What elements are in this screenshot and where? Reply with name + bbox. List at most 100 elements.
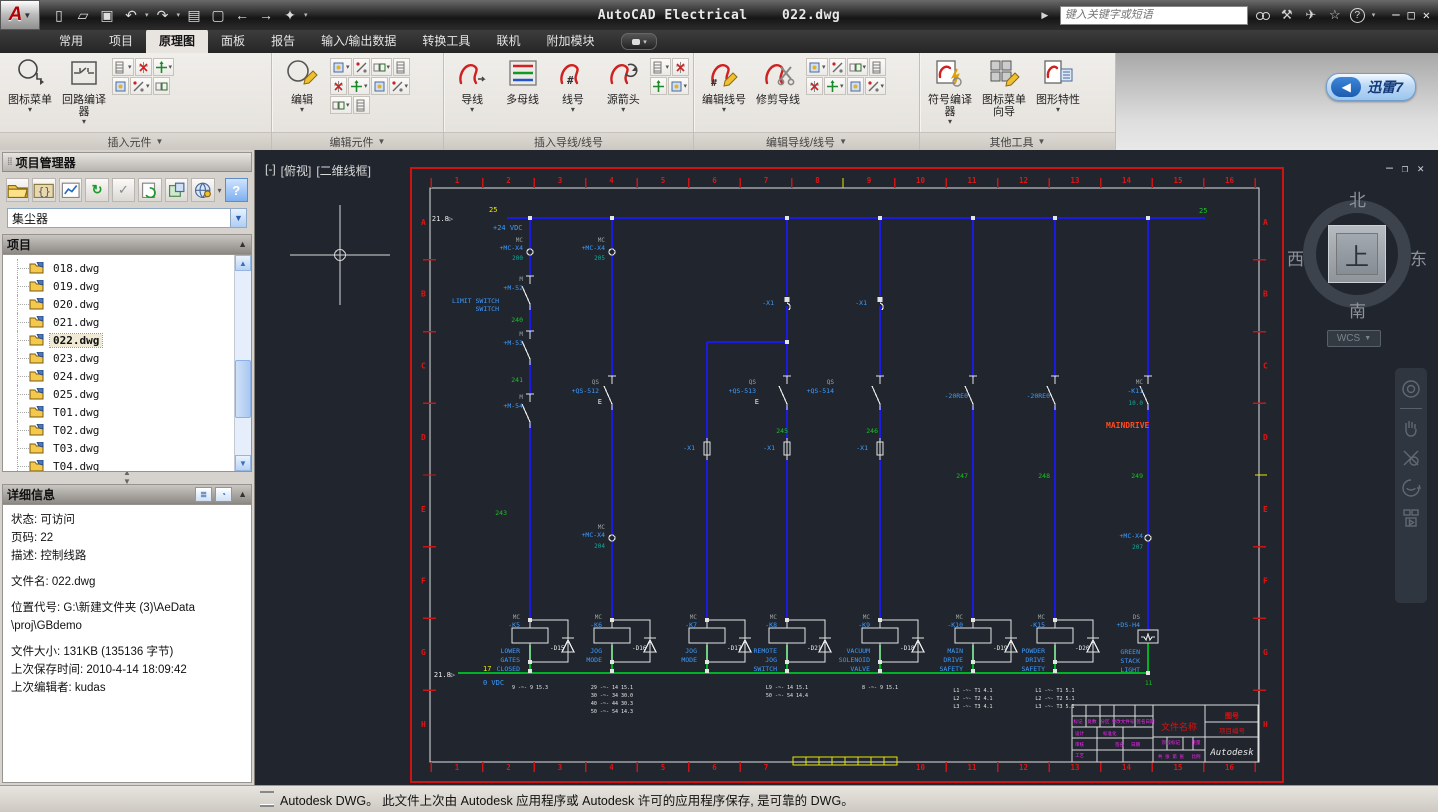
new-file-icon[interactable]: ▯ xyxy=(48,4,70,26)
zoom-extents-icon[interactable] xyxy=(1400,447,1422,469)
tab-输入/输出数据[interactable]: 输入/输出数据 xyxy=(308,29,409,53)
small-tool-button-编辑导线/线号-0-2[interactable]: ▾ xyxy=(847,58,869,76)
ribbon-overflow-button[interactable]: ▾ xyxy=(621,33,657,50)
details-collapse-icon[interactable]: ▲ xyxy=(238,489,247,499)
render-icon[interactable]: ✦ xyxy=(279,4,301,26)
viewcube-top-face[interactable]: 上 xyxy=(1328,225,1386,283)
panel-title-插入导线/线号[interactable]: 插入导线/线号 xyxy=(444,132,693,150)
redo-icon[interactable]: ↷ xyxy=(152,4,174,26)
communication-center-icon[interactable]: ✈ xyxy=(1302,7,1320,23)
orbit-icon[interactable] xyxy=(1400,477,1422,499)
project-file-item[interactable]: 023.dwg xyxy=(3,349,235,367)
project-file-item[interactable]: T04.dwg xyxy=(3,457,235,472)
showmotion-icon[interactable] xyxy=(1400,507,1422,529)
tree-scrollbar[interactable]: ▲ ▼ xyxy=(234,255,251,471)
doc-close-button[interactable]: ✕ xyxy=(1417,162,1424,175)
restore-button[interactable]: □ xyxy=(1408,8,1415,22)
big-button-图形特性[interactable]: 图形特性▾ xyxy=(1032,56,1084,114)
tab-原理图[interactable]: 原理图 xyxy=(146,29,208,53)
small-tool-button-插入元件-0-0[interactable]: ▾ xyxy=(112,58,134,76)
search-expand-icon[interactable]: ▶ xyxy=(1036,10,1054,21)
small-tool-button-编辑元件-0-0[interactable]: ▾ xyxy=(330,58,352,76)
favorites-star-icon[interactable]: ☆ xyxy=(1326,7,1344,23)
big-button-修剪导线[interactable]: 修剪导线 xyxy=(752,56,804,106)
doc-minimize-button[interactable]: ─ xyxy=(1386,162,1393,175)
navigation-wheel-icon[interactable] xyxy=(1400,378,1422,400)
big-button-图标菜单向导[interactable]: 图标菜单向导 xyxy=(978,56,1030,118)
plot-project-icon[interactable] xyxy=(165,178,188,202)
viewport-menu-control[interactable]: [-] xyxy=(265,162,276,179)
small-tool-button-插入元件-1-1[interactable]: ▾ xyxy=(130,77,152,95)
small-tool-button-插入导线/线号-1-0[interactable] xyxy=(650,77,667,95)
small-tool-button-编辑导线/线号-0-3[interactable] xyxy=(869,58,886,76)
small-tool-button-编辑导线/线号-0-0[interactable]: ▾ xyxy=(806,58,828,76)
small-tool-button-编辑元件-1-3[interactable]: ▾ xyxy=(389,77,411,95)
scroll-up-icon[interactable]: ▲ xyxy=(235,255,251,271)
tab-附加模块[interactable]: 附加模块 xyxy=(533,29,607,53)
project-file-item[interactable]: T02.dwg xyxy=(3,421,235,439)
application-menu-button[interactable]: A ▼ xyxy=(0,0,40,30)
undo-icon[interactable]: ↶ xyxy=(120,4,142,26)
web-publish-icon-caret[interactable]: ▾ xyxy=(218,186,222,195)
small-tool-button-编辑元件-1-2[interactable] xyxy=(371,77,388,95)
projects-header[interactable]: 项目 ▲ xyxy=(2,234,252,254)
viewcube-south-label[interactable]: 南 xyxy=(1349,297,1366,322)
visual-style-control[interactable]: [二维线框] xyxy=(316,162,371,179)
big-button-符号编译器[interactable]: 符号编译器▾ xyxy=(924,56,976,126)
open-file-icon[interactable]: ▱ xyxy=(72,4,94,26)
small-tool-button-编辑元件-0-2[interactable]: ▾ xyxy=(371,58,393,76)
new-project-icon[interactable]: {} xyxy=(32,178,55,202)
small-tool-button-编辑导线/线号-0-1[interactable] xyxy=(829,58,846,76)
project-file-item[interactable]: 024.dwg xyxy=(3,367,235,385)
small-tool-button-编辑元件-2-0[interactable]: ▾ xyxy=(330,96,352,114)
details-preview-icon[interactable]: ◔ xyxy=(215,487,232,502)
tab-面板[interactable]: 面板 xyxy=(208,29,258,53)
project-file-item[interactable]: 020.dwg xyxy=(3,295,235,313)
open-project-icon[interactable] xyxy=(6,178,29,202)
sheet-icon[interactable]: ▢ xyxy=(207,4,229,26)
save-icon[interactable]: ▣ xyxy=(96,4,118,26)
combobox-dropdown-icon[interactable]: ▼ xyxy=(230,208,247,228)
tab-项目[interactable]: 项目 xyxy=(96,29,146,53)
view-control[interactable]: [俯视] xyxy=(281,162,312,179)
refresh-icon[interactable]: ↻ xyxy=(85,178,108,202)
redo-icon-caret[interactable]: ▾ xyxy=(177,11,181,19)
help-icon[interactable]: ? xyxy=(225,178,248,202)
plot-icon[interactable]: ▤ xyxy=(183,4,205,26)
small-tool-button-插入元件-1-2[interactable] xyxy=(153,77,170,95)
scroll-down-icon[interactable]: ▼ xyxy=(235,455,251,471)
tab-转换工具[interactable]: 转换工具 xyxy=(409,29,483,53)
big-button-源箭头[interactable]: 源箭头▾ xyxy=(599,56,647,114)
small-tool-button-编辑元件-0-1[interactable] xyxy=(353,58,370,76)
small-tool-button-编辑导线/线号-1-3[interactable]: ▾ xyxy=(865,77,887,95)
project-file-item[interactable]: T01.dwg xyxy=(3,403,235,421)
search-input[interactable] xyxy=(1060,6,1248,25)
small-tool-button-编辑元件-1-1[interactable]: ▾ xyxy=(348,77,370,95)
panel-title-插入元件[interactable]: 插入元件▼ xyxy=(0,132,271,150)
tab-联机[interactable]: 联机 xyxy=(483,29,533,53)
viewcube-west-label[interactable]: 西 xyxy=(1287,245,1304,270)
xunlei-plugin-button[interactable]: ◀ 迅雷7 xyxy=(1326,73,1416,101)
project-manager-titlebar[interactable]: ⁞⁞ 项目管理器 xyxy=(2,152,252,172)
panel-title-编辑导线/线号[interactable]: 编辑导线/线号▼ xyxy=(694,132,919,150)
forward-icon[interactable]: → xyxy=(255,4,277,26)
pan-hand-icon[interactable] xyxy=(1400,417,1422,439)
drawing-canvas[interactable]: [-] [俯视] [二维线框] ─ ❐ ✕ 112233445566778910… xyxy=(255,150,1438,785)
small-tool-button-插入导线/线号-1-1[interactable]: ▾ xyxy=(668,77,690,95)
wcs-menu-button[interactable]: WCS▼ xyxy=(1327,330,1381,347)
project-file-item[interactable]: 022.dwg xyxy=(3,331,235,349)
big-button-编辑[interactable]: 编辑▾ xyxy=(276,56,328,114)
collapse-arrow-icon[interactable]: ▲ xyxy=(238,239,247,249)
tab-报告[interactable]: 报告 xyxy=(258,29,308,53)
exchange-keys-icon[interactable]: ⚒ xyxy=(1278,7,1296,23)
undo-icon-caret[interactable]: ▾ xyxy=(145,11,149,19)
big-button-线号[interactable]: # 线号▾ xyxy=(549,56,597,114)
render-icon-caret[interactable]: ▾ xyxy=(304,11,308,19)
small-tool-button-插入导线/线号-0-1[interactable] xyxy=(672,58,689,76)
project-properties-icon[interactable] xyxy=(59,178,82,202)
help-caret-icon[interactable]: ▾ xyxy=(1372,11,1376,19)
project-file-item[interactable]: 018.dwg xyxy=(3,259,235,277)
project-file-item[interactable]: 019.dwg xyxy=(3,277,235,295)
small-tool-button-编辑导线/线号-1-0[interactable] xyxy=(806,77,823,95)
publish-icon[interactable]: ✓ xyxy=(112,178,135,202)
